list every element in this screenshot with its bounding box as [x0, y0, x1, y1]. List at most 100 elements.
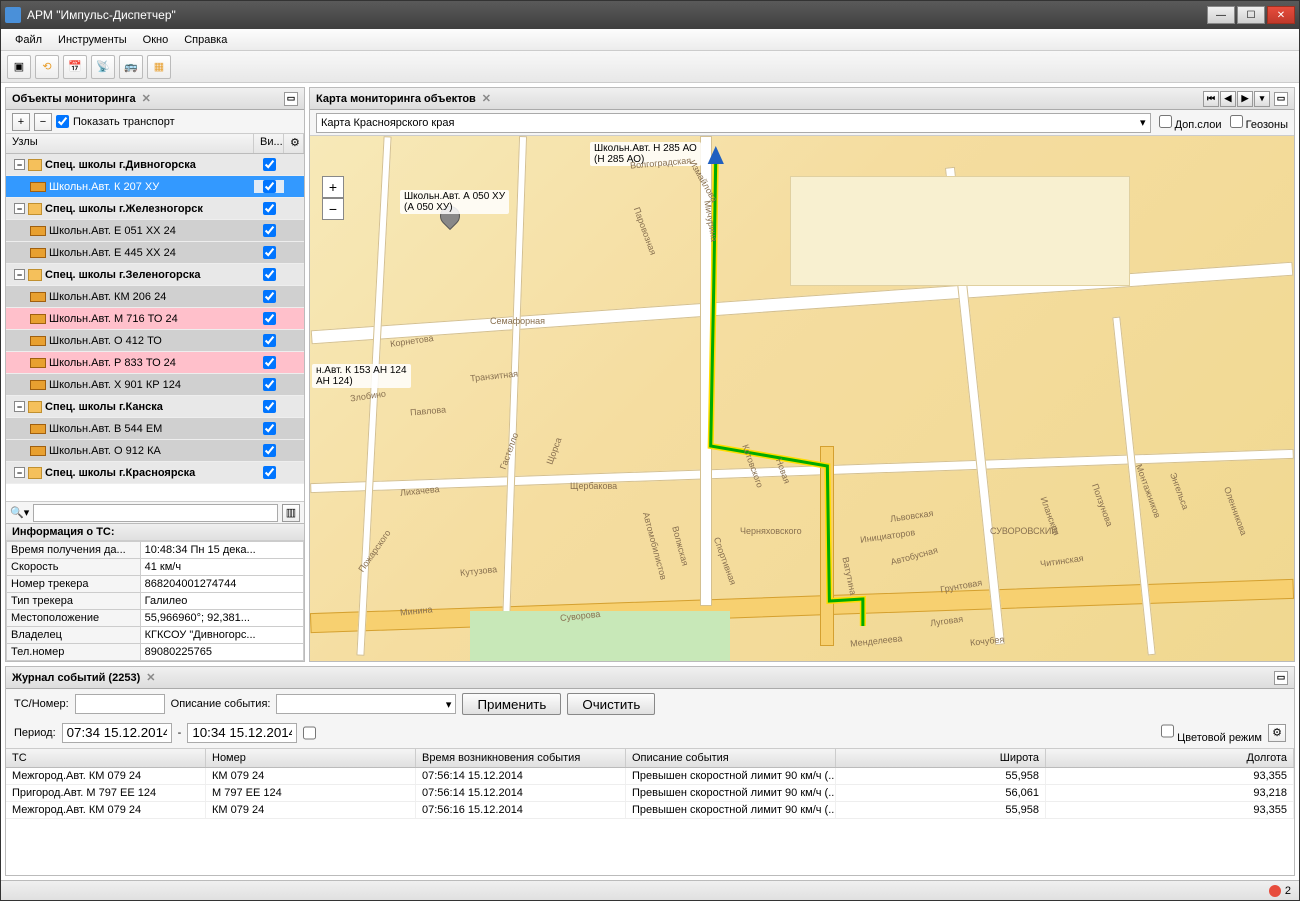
menu-item-инструменты[interactable]: Инструменты: [50, 32, 135, 48]
tree-item[interactable]: Школьн.Авт. М 716 ТО 24: [6, 308, 304, 330]
visibility-checkbox[interactable]: [263, 378, 276, 391]
period-lock-checkbox[interactable]: [303, 723, 316, 743]
layers-checkbox[interactable]: [1159, 115, 1172, 128]
tool-btn-1[interactable]: ▣: [7, 55, 31, 79]
journal-row[interactable]: Межгород.Авт. КМ 079 24КМ 079 2407:56:14…: [6, 768, 1294, 785]
clear-button[interactable]: Очистить: [567, 693, 655, 715]
tree-group[interactable]: −Спец. школы г.Красноярска: [6, 462, 304, 484]
map-close-x-icon[interactable]: ✕: [482, 92, 491, 105]
expander-icon[interactable]: −: [14, 467, 25, 478]
visibility-checkbox[interactable]: [263, 466, 276, 479]
nav-prev-icon[interactable]: ◀: [1220, 91, 1236, 107]
menu-item-окно[interactable]: Окно: [135, 32, 177, 48]
nav-next-icon[interactable]: ▶: [1237, 91, 1253, 107]
expand-all-button[interactable]: +: [12, 113, 30, 131]
search-go-button[interactable]: ▥: [282, 504, 300, 522]
menu-item-справка[interactable]: Справка: [176, 32, 235, 48]
tree-group[interactable]: −Спец. школы г.Железногорск: [6, 198, 304, 220]
menu-item-файл[interactable]: Файл: [7, 32, 50, 48]
tc-input[interactable]: [75, 694, 165, 714]
period-from-input[interactable]: [62, 723, 172, 743]
journal-close-x-icon[interactable]: ✕: [146, 671, 155, 684]
expander-icon[interactable]: −: [14, 203, 25, 214]
tree-item[interactable]: Школьн.Авт. Р 833 ТО 24: [6, 352, 304, 374]
tree-item[interactable]: Школьн.Авт. О 912 КА: [6, 440, 304, 462]
tree-group[interactable]: −Спец. школы г.Канска: [6, 396, 304, 418]
street-name: Гастелло: [498, 431, 520, 470]
tree-item[interactable]: Школьн.Авт. Х 901 КР 124: [6, 374, 304, 396]
search-input[interactable]: [33, 504, 278, 522]
tree-item[interactable]: Школьн.Авт. К 207 ХУ: [6, 176, 304, 198]
visibility-checkbox[interactable]: [263, 444, 276, 457]
tool-btn-3[interactable]: 📅: [63, 55, 87, 79]
journal-row[interactable]: Пригород.Авт. М 797 ЕЕ 124М 797 ЕЕ 12407…: [6, 785, 1294, 802]
visibility-checkbox[interactable]: [263, 202, 276, 215]
object-tree[interactable]: −Спец. школы г.ДивногорскаШкольн.Авт. К …: [6, 154, 304, 501]
close-x-icon[interactable]: ✕: [142, 92, 151, 105]
visibility-checkbox[interactable]: [263, 290, 276, 303]
visibility-checkbox[interactable]: [263, 158, 276, 171]
objects-panel-tab: Объекты мониторинга ✕ ▭: [6, 88, 304, 110]
bus-icon: [30, 446, 46, 456]
visibility-checkbox[interactable]: [263, 268, 276, 281]
journal-header-cell[interactable]: Время возникновения события: [416, 749, 626, 767]
tree-header-settings-icon[interactable]: ⚙: [284, 134, 304, 153]
journal-header-cell[interactable]: Описание события: [626, 749, 836, 767]
map-select[interactable]: Карта Красноярского края ▾: [316, 113, 1151, 133]
tree-group[interactable]: −Спец. школы г.Зеленогорска: [6, 264, 304, 286]
tree-item[interactable]: Школьн.Авт. Е 051 ХХ 24: [6, 220, 304, 242]
journal-table[interactable]: ТСНомерВремя возникновения событияОписан…: [6, 749, 1294, 875]
map-area[interactable]: + − Школьн.Авт. Н 285 АО (Н 285 АО)Школь…: [310, 136, 1294, 661]
journal-header-cell[interactable]: ТС: [6, 749, 206, 767]
tool-btn-2[interactable]: ⟲: [35, 55, 59, 79]
tree-item[interactable]: Школьн.Авт. КМ 206 24: [6, 286, 304, 308]
tool-btn-4[interactable]: 📡: [91, 55, 115, 79]
zoom-in-button[interactable]: +: [322, 176, 344, 198]
visibility-checkbox[interactable]: [263, 334, 276, 347]
tree-item[interactable]: Школьн.Авт. В 544 ЕМ: [6, 418, 304, 440]
tool-btn-5[interactable]: 🚌: [119, 55, 143, 79]
expander-icon[interactable]: −: [14, 159, 25, 170]
expander-icon[interactable]: −: [14, 401, 25, 412]
visibility-checkbox[interactable]: [263, 224, 276, 237]
visibility-checkbox[interactable]: [263, 312, 276, 325]
apply-button[interactable]: Применить: [462, 693, 561, 715]
tool-btn-6[interactable]: ▦: [147, 55, 171, 79]
color-mode-settings-icon[interactable]: ⚙: [1268, 724, 1286, 742]
geozones-checkbox[interactable]: [1230, 115, 1243, 128]
nav-first-icon[interactable]: ⏮: [1203, 91, 1219, 107]
layers-checkbox-wrap[interactable]: Доп.слои: [1159, 115, 1222, 131]
close-button[interactable]: ✕: [1267, 6, 1295, 24]
visibility-checkbox[interactable]: [263, 356, 276, 369]
color-mode-checkbox[interactable]: [1161, 721, 1174, 741]
desc-combo[interactable]: ▾: [276, 694, 456, 714]
visibility-checkbox[interactable]: [263, 422, 276, 435]
journal-header-cell[interactable]: Долгота: [1046, 749, 1294, 767]
map-min-icon[interactable]: ▭: [1274, 92, 1288, 106]
zoom-out-button[interactable]: −: [322, 198, 344, 220]
journal-min-icon[interactable]: ▭: [1274, 671, 1288, 685]
tree-group[interactable]: −Спец. школы г.Дивногорска: [6, 154, 304, 176]
journal-header-cell[interactable]: Номер: [206, 749, 416, 767]
journal-header-cell[interactable]: Широта: [836, 749, 1046, 767]
period-to-input[interactable]: [187, 723, 297, 743]
maximize-button[interactable]: ☐: [1237, 6, 1265, 24]
color-mode-wrap[interactable]: Цветовой режим: [1161, 721, 1262, 744]
nav-menu-icon[interactable]: ▾: [1254, 91, 1270, 107]
minimize-panel-icon[interactable]: ▭: [284, 92, 298, 106]
tree-item[interactable]: Школьн.Авт. О 412 ТО: [6, 330, 304, 352]
visibility-checkbox[interactable]: [263, 246, 276, 259]
tree-header-vis[interactable]: Ви...: [254, 134, 284, 153]
minimize-button[interactable]: —: [1207, 6, 1235, 24]
expander-icon[interactable]: −: [14, 269, 25, 280]
visibility-checkbox[interactable]: [263, 180, 276, 193]
tree-item[interactable]: Школьн.Авт. Е 445 ХХ 24: [6, 242, 304, 264]
show-transport-checkbox[interactable]: [56, 115, 69, 128]
journal-cell: 93,355: [1046, 768, 1294, 784]
collapse-all-button[interactable]: −: [34, 113, 52, 131]
visibility-checkbox[interactable]: [263, 400, 276, 413]
geozones-checkbox-wrap[interactable]: Геозоны: [1230, 115, 1288, 131]
journal-row[interactable]: Межгород.Авт. КМ 079 24КМ 079 2407:56:16…: [6, 802, 1294, 819]
tree-label: Школьн.Авт. О 912 КА: [49, 445, 161, 457]
tree-header-nodes[interactable]: Узлы: [6, 134, 254, 153]
